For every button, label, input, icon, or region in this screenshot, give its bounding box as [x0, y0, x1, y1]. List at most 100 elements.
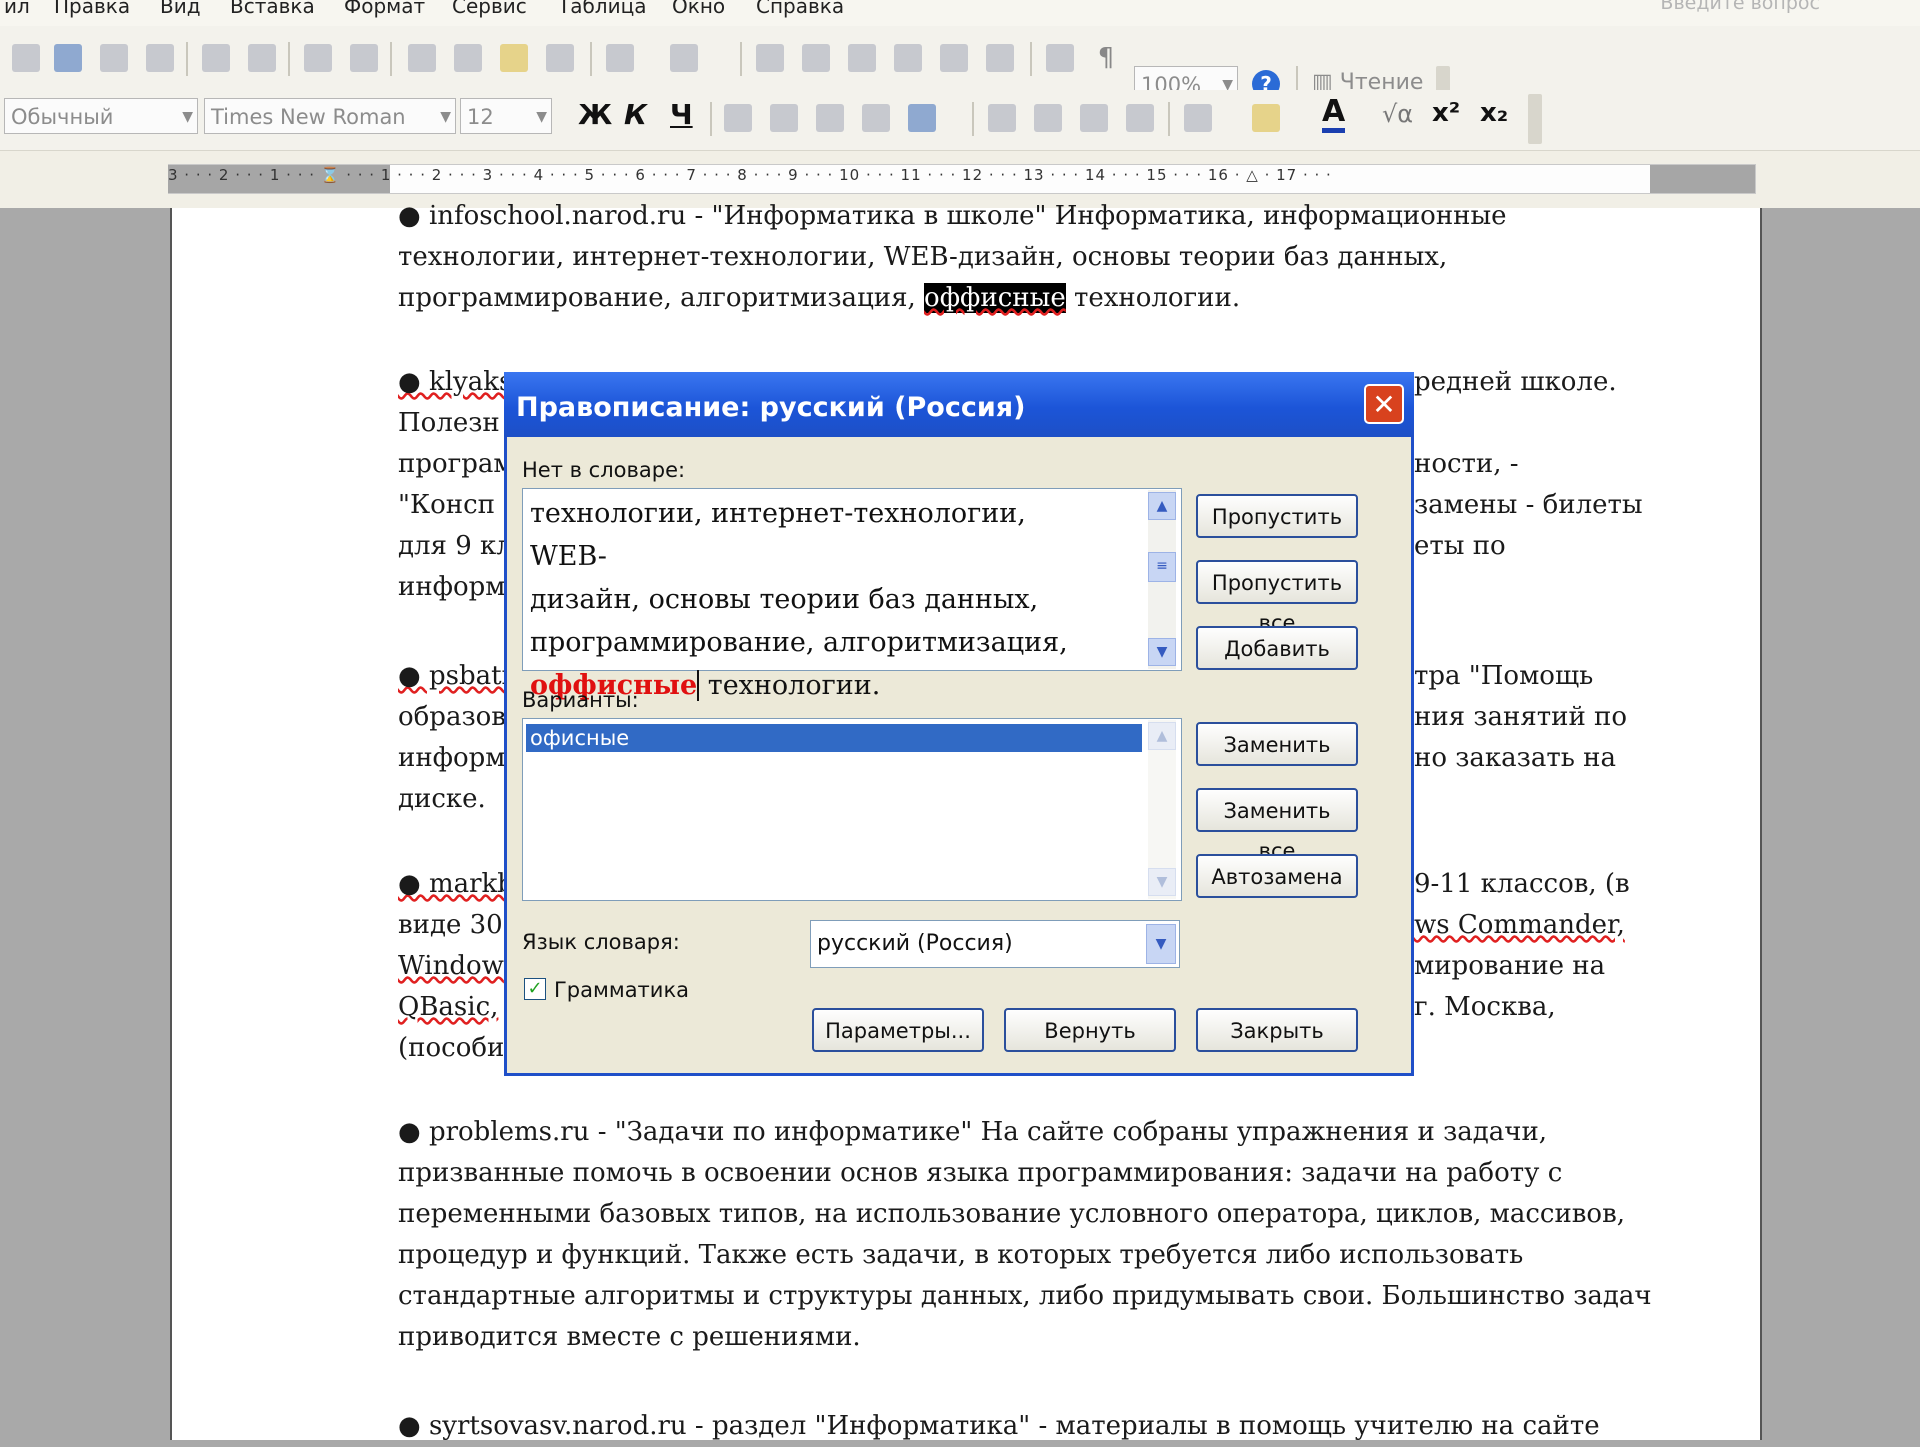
italic-button[interactable]: К: [624, 98, 647, 131]
bold-button[interactable]: Ж: [578, 98, 612, 131]
style-select[interactable]: Обычный ▼: [4, 98, 198, 134]
options-button[interactable]: Параметры...: [812, 1008, 984, 1052]
toolbar-grip[interactable]: [1528, 94, 1542, 144]
align-center-icon[interactable]: [770, 104, 798, 132]
menu-window[interactable]: Окно: [672, 0, 725, 18]
scroll-down-icon[interactable]: ▼: [1148, 868, 1176, 896]
menu-format[interactable]: Формат: [344, 0, 425, 18]
mail-icon[interactable]: [146, 44, 174, 72]
variant-item-selected[interactable]: офисные: [526, 724, 1142, 752]
superscript-icon[interactable]: x²: [1432, 98, 1460, 128]
align-right-icon[interactable]: [816, 104, 844, 132]
text-line: призванные помочь в освоении основ языка…: [398, 1158, 1563, 1188]
scroll-up-icon[interactable]: ▲: [1148, 492, 1176, 520]
close-icon[interactable]: ✕: [1364, 384, 1404, 424]
bullets-icon[interactable]: [1034, 104, 1062, 132]
context-text[interactable]: технологии, интернет-технологии, WEB- ди…: [530, 492, 1090, 707]
replace-all-button[interactable]: Заменить все: [1196, 788, 1358, 863]
cut-icon[interactable]: [408, 44, 436, 72]
font-select[interactable]: Times New Roman ▼: [204, 98, 456, 134]
text-run: Window: [398, 951, 504, 981]
separator: [1168, 102, 1170, 136]
justify-icon[interactable]: [862, 104, 890, 132]
text-run: образов: [398, 702, 506, 732]
chevron-down-icon: ▼: [536, 109, 547, 125]
research-icon[interactable]: [350, 44, 378, 72]
borders-icon[interactable]: [1184, 104, 1212, 132]
document-map-icon[interactable]: [1046, 44, 1074, 72]
redo-icon[interactable]: [670, 44, 698, 72]
new-icon[interactable]: [12, 44, 40, 72]
menu-insert[interactable]: Вставка: [230, 0, 315, 18]
not-in-dictionary-label: Нет в словаре:: [522, 458, 686, 482]
numbering-icon[interactable]: [988, 104, 1016, 132]
menu-view[interactable]: Вид: [160, 0, 201, 18]
text-run: технологии.: [1065, 283, 1241, 313]
increase-indent-icon[interactable]: [1126, 104, 1154, 132]
insert-excel-icon[interactable]: [894, 44, 922, 72]
highlight-icon[interactable]: [1252, 104, 1280, 132]
menu-edit[interactable]: Правка: [54, 0, 130, 18]
print-icon[interactable]: [202, 44, 230, 72]
grammar-label: Грамматика: [554, 978, 689, 1002]
spelling-icon[interactable]: [304, 44, 332, 72]
skip-all-button[interactable]: Пропустить все: [1196, 560, 1358, 635]
separator: [1030, 42, 1032, 76]
undo-button[interactable]: Вернуть: [1004, 1008, 1176, 1052]
chevron-down-icon[interactable]: ▼: [1146, 924, 1176, 964]
text-run: програм: [398, 449, 514, 479]
dialog-close-button[interactable]: Закрыть: [1196, 1008, 1358, 1052]
size-select[interactable]: 12 ▼: [460, 98, 552, 134]
line-spacing-icon[interactable]: [908, 104, 936, 132]
add-button[interactable]: Добавить: [1196, 626, 1358, 670]
separator: [186, 42, 188, 76]
grammar-checkbox[interactable]: ✓: [524, 978, 546, 1000]
decrease-indent-icon[interactable]: [1080, 104, 1108, 132]
pilcrow-icon[interactable]: ¶: [1092, 44, 1120, 72]
text-run: редней школе.: [1414, 367, 1617, 397]
context-scrollbar[interactable]: ▲ ≡ ▼: [1148, 490, 1176, 669]
autocorrect-button[interactable]: Автозамена: [1196, 854, 1358, 898]
replace-button[interactable]: Заменить: [1196, 722, 1358, 766]
subscript-icon[interactable]: x₂: [1480, 98, 1508, 128]
variants-label: Варианты:: [522, 688, 639, 712]
text-run: "Консп: [398, 490, 495, 520]
insert-table-icon[interactable]: [848, 44, 876, 72]
equation-icon[interactable]: √α: [1382, 100, 1413, 128]
question-box[interactable]: Введите вопрос: [1660, 0, 1820, 14]
tables-borders-icon[interactable]: [802, 44, 830, 72]
paste-icon[interactable]: [500, 44, 528, 72]
undo-icon[interactable]: [606, 44, 634, 72]
hyperlink-icon[interactable]: [756, 44, 784, 72]
chevron-down-icon: ▼: [182, 109, 193, 125]
text-run: ности, -: [1414, 449, 1519, 479]
preview-icon[interactable]: [248, 44, 276, 72]
text-run: ● psbati: [398, 661, 510, 691]
copy-icon[interactable]: [454, 44, 482, 72]
dictionary-language-select[interactable]: русский (Россия): [810, 920, 1180, 968]
scroll-up-icon[interactable]: ▲: [1148, 722, 1176, 750]
variants-scrollbar[interactable]: ▲ ▼: [1148, 720, 1176, 899]
text-run: еты по: [1414, 531, 1506, 561]
menu-file[interactable]: ил: [4, 0, 30, 18]
menu-help[interactable]: Справка: [756, 0, 844, 18]
separator: [288, 42, 290, 76]
font-color-icon[interactable]: A: [1322, 96, 1346, 133]
scroll-thumb[interactable]: ≡: [1148, 552, 1176, 582]
text-run: QBasic,: [398, 992, 499, 1022]
save-icon[interactable]: [54, 44, 82, 72]
drawing-icon[interactable]: [986, 44, 1014, 72]
columns-icon[interactable]: [940, 44, 968, 72]
text-run: ws Commander,: [1414, 910, 1625, 940]
menu-tools[interactable]: Сервис: [452, 0, 527, 18]
menu-table[interactable]: Таблица: [558, 0, 646, 18]
text-line: приводится вместе с решениями.: [398, 1322, 861, 1352]
size-value: 12: [467, 105, 494, 129]
context-line: программирование, алгоритмизация,: [530, 627, 1068, 658]
skip-button[interactable]: Пропустить: [1196, 494, 1358, 538]
permission-icon[interactable]: [100, 44, 128, 72]
align-left-icon[interactable]: [724, 104, 752, 132]
format-painter-icon[interactable]: [546, 44, 574, 72]
underline-button[interactable]: Ч: [670, 98, 693, 131]
scroll-down-icon[interactable]: ▼: [1148, 638, 1176, 666]
